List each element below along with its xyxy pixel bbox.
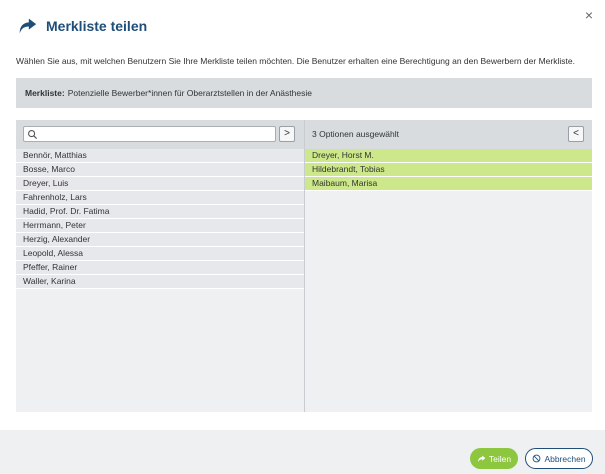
available-user-item[interactable]: Bennör, Matthias (16, 149, 304, 163)
available-user-item[interactable]: Pfeffer, Rainer (16, 261, 304, 275)
share-list-dialog: Merkliste teilen × Wählen Sie aus, mit w… (0, 0, 605, 474)
share-button[interactable]: Teilen (470, 448, 518, 469)
cancel-button[interactable]: Abbrechen (525, 448, 593, 469)
search-box (23, 126, 276, 142)
selected-users-pane: 3 Optionen ausgewählt < Dreyer, Horst M.… (305, 120, 592, 412)
user-picker: > Bennör, Matthias Bosse, Marco Dreyer, Lu… (16, 120, 592, 412)
dialog-header: Merkliste teilen (16, 14, 147, 38)
available-user-item[interactable]: Dreyer, Luis (16, 177, 304, 191)
available-users-list: Bennör, Matthias Bosse, Marco Dreyer, Luis… (16, 149, 304, 289)
share-arrow-icon (478, 455, 486, 462)
available-user-item[interactable]: Bosse, Marco (16, 163, 304, 177)
watchlist-info: Merkliste: Potenzielle Bewerber*innen fü… (16, 78, 592, 108)
selected-users-list: Dreyer, Horst M. Hildebrandt, Tobias Maiba… (305, 149, 592, 191)
selected-user-item[interactable]: Maibaum, Marisa (305, 177, 592, 191)
intro-text: Wählen Sie aus, mit welchen Benutzern Si… (16, 56, 575, 66)
move-left-button[interactable]: < (568, 126, 584, 142)
selected-user-item[interactable]: Hildebrandt, Tobias (305, 163, 592, 177)
available-users-header: > (16, 120, 304, 149)
selected-user-item[interactable]: Dreyer, Horst M. (305, 149, 592, 163)
ban-icon (533, 454, 541, 463)
available-user-item[interactable]: Waller, Karina (16, 275, 304, 289)
available-user-item[interactable]: Fahrenholz, Lars (16, 191, 304, 205)
available-user-item[interactable]: Herrmann, Peter (16, 219, 304, 233)
watchlist-name: Potenzielle Bewerber*innen für Oberarzts… (67, 88, 312, 98)
share-arrow-icon (16, 15, 38, 37)
dialog-title: Merkliste teilen (46, 18, 148, 34)
cancel-button-label: Abbrechen (544, 453, 586, 464)
close-icon[interactable]: × (585, 8, 593, 22)
search-input[interactable] (41, 127, 271, 141)
available-users-pane: > Bennör, Matthias Bosse, Marco Dreyer, Lu… (16, 120, 304, 412)
available-user-item[interactable]: Leopold, Alessa (16, 247, 304, 261)
available-user-item[interactable]: Hadid, Prof. Dr. Fatima (16, 205, 304, 219)
dialog-footer: Teilen Abbrechen (0, 430, 605, 474)
watchlist-label: Merkliste: (25, 88, 65, 98)
selected-users-header: 3 Optionen ausgewählt < (305, 120, 592, 149)
share-button-label: Teilen (488, 453, 512, 464)
search-icon (28, 130, 38, 140)
available-user-item[interactable]: Herzig, Alexander (16, 233, 304, 247)
selected-count: 3 Optionen ausgewählt (312, 129, 399, 139)
move-right-button[interactable]: > (279, 126, 295, 142)
